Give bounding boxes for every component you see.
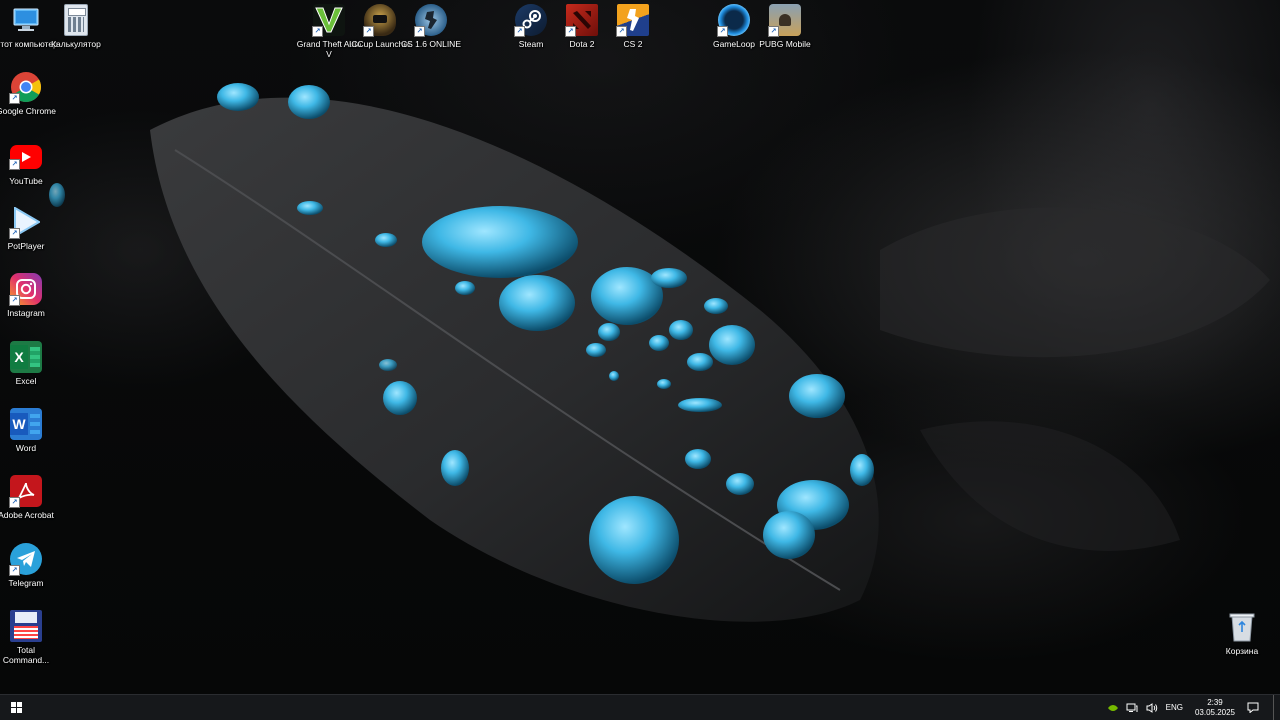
excel-icon: X xyxy=(10,341,42,373)
icon-label: Instagram xyxy=(7,308,45,318)
clock-date: 03.05.2025 xyxy=(1194,707,1235,717)
icon-label: Total Command... xyxy=(2,645,50,665)
icon-label: PotPlayer xyxy=(7,241,45,251)
icon-label: Adobe Acrobat xyxy=(0,510,54,520)
language-indicator[interactable]: ENG xyxy=(1166,703,1183,712)
desktop-icon-recycle-bin[interactable]: Корзина xyxy=(1214,611,1270,656)
desktop-icon-pubg-mobile[interactable]: ↗ PUBG Mobile xyxy=(757,4,813,49)
icon-label: Калькулятор xyxy=(51,39,101,49)
desktop-wallpaper xyxy=(0,0,1280,694)
desktop-icon-cs16-online[interactable]: ↗ CS 1.6 ONLINE xyxy=(401,4,461,49)
show-desktop-button[interactable] xyxy=(1273,695,1280,720)
desktop-icon-google-chrome[interactable]: ↗ Google Chrome xyxy=(0,71,56,116)
icon-label: Корзина xyxy=(1225,646,1259,656)
youtube-icon: ↗ xyxy=(9,145,42,170)
computer-icon xyxy=(10,4,42,36)
icon-label: Word xyxy=(15,443,37,453)
telegram-icon: ↗ xyxy=(9,543,42,576)
icon-label: YouTube xyxy=(9,176,43,186)
dota2-icon: ↗ xyxy=(565,4,598,37)
icon-label: Google Chrome xyxy=(0,106,56,116)
icon-label: CS 1.6 ONLINE xyxy=(401,39,461,49)
icon-label: Telegram xyxy=(8,578,44,588)
recycle-bin-icon xyxy=(1226,611,1258,643)
gameloop-icon: ↗ xyxy=(717,4,750,37)
nvidia-icon[interactable] xyxy=(1107,704,1118,712)
pubg-icon: ↗ xyxy=(768,4,801,37)
taskbar: ENG 2:39 03.05.2025 xyxy=(0,694,1280,720)
instagram-icon: ↗ xyxy=(9,273,42,306)
potplayer-icon: ↗ xyxy=(9,206,42,239)
desktop-icon-potplayer[interactable]: ↗ PotPlayer xyxy=(0,206,54,251)
network-icon[interactable] xyxy=(1126,703,1138,713)
wallpaper-leaf-drawing xyxy=(49,83,1270,622)
windows-logo-icon xyxy=(10,702,22,713)
desktop-icon-excel[interactable]: X Excel xyxy=(0,341,54,386)
icon-label: CS 2 xyxy=(623,39,643,49)
steam-icon: ↗ xyxy=(514,4,547,37)
desktop-icon-cs2[interactable]: ↗ CS 2 xyxy=(605,4,661,49)
acrobat-icon: ↗ xyxy=(9,475,42,508)
start-button[interactable] xyxy=(0,695,32,720)
desktop-icon-adobe-acrobat[interactable]: ↗ Adobe Acrobat xyxy=(0,475,54,520)
desktop-icon-youtube[interactable]: ↗ YouTube xyxy=(0,141,54,186)
clock-time: 2:39 xyxy=(1207,697,1223,707)
desktop-icon-telegram[interactable]: ↗ Telegram xyxy=(0,543,54,588)
notification-center-icon[interactable] xyxy=(1247,702,1259,713)
desktop-icon-word[interactable]: W Word xyxy=(0,408,54,453)
icon-label: PUBG Mobile xyxy=(759,39,811,49)
chrome-icon: ↗ xyxy=(9,71,42,104)
iccup-icon: ↗ xyxy=(363,4,396,37)
cs16-icon: ↗ xyxy=(414,4,447,37)
total-commander-icon xyxy=(10,610,42,642)
cs2-icon: ↗ xyxy=(616,4,649,37)
gta5-icon: ↗ xyxy=(312,4,345,37)
calculator-icon xyxy=(64,4,88,36)
icon-label: Excel xyxy=(15,376,37,386)
desktop-icon-gta5[interactable]: ↗ Grand Theft Auto V xyxy=(297,4,361,59)
desktop-icon-instagram[interactable]: ↗ Instagram xyxy=(0,273,54,318)
desktop-icon-calculator[interactable]: Калькулятор xyxy=(48,4,104,49)
clock[interactable]: 2:39 03.05.2025 xyxy=(1195,698,1235,718)
system-tray: ENG 2:39 03.05.2025 xyxy=(1104,695,1280,720)
word-icon: W xyxy=(10,408,42,440)
volume-icon[interactable] xyxy=(1146,702,1158,713)
desktop-icon-total-commander[interactable]: Total Command... xyxy=(0,610,54,665)
